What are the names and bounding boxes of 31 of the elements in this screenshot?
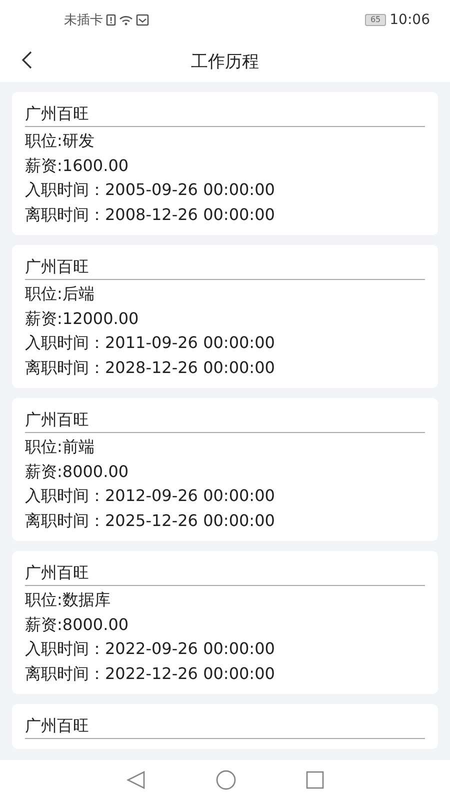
record-detail: 职位:前端 [25, 436, 96, 458]
company-name: 广州百旺 [25, 714, 425, 739]
record-detail: 入职时间：2005-09-26 00:00:00 [25, 179, 276, 201]
record-detail: 薪资:12000.00 [25, 308, 140, 330]
company-name: 广州百旺 [25, 561, 425, 586]
recents-nav-icon[interactable] [306, 771, 324, 789]
record-detail: 薪资:8000.00 [25, 460, 130, 482]
company-name: 广州百旺 [25, 255, 425, 280]
record-detail: 离职时间：2022-12-26 00:00:00 [25, 662, 276, 684]
company-name: 广州百旺 [25, 408, 425, 433]
battery-indicator: 65 [365, 14, 386, 26]
record-detail: 职位:后端 [25, 283, 96, 305]
record-detail: 薪资:8000.00 [25, 614, 130, 636]
record-detail: 职位:数据库 [25, 589, 112, 611]
record-detail: 离职时间：2025-12-26 00:00:00 [25, 510, 276, 532]
status-time: 10:06 [390, 12, 430, 28]
message-icon [136, 14, 149, 26]
page-title: 工作历程 [191, 50, 259, 72]
record-detail: 入职时间：2011-09-26 00:00:00 [25, 332, 276, 354]
company-name: 广州百旺 [25, 102, 425, 127]
record-detail: 离职时间：2008-12-26 00:00:00 [25, 204, 276, 226]
wifi-icon [119, 14, 133, 26]
back-nav-icon[interactable] [126, 771, 146, 789]
record-detail: 职位:研发 [25, 130, 96, 152]
record-detail: 入职时间：2012-09-26 00:00:00 [25, 485, 276, 507]
record-detail: 入职时间：2022-09-26 00:00:00 [25, 638, 276, 660]
sim-alert-icon [106, 14, 116, 26]
home-nav-icon[interactable] [216, 770, 236, 790]
carrier-text: 未插卡 [64, 12, 103, 29]
record-detail: 薪资:1600.00 [25, 154, 130, 176]
record-detail: 离职时间：2028-12-26 00:00:00 [25, 356, 276, 378]
